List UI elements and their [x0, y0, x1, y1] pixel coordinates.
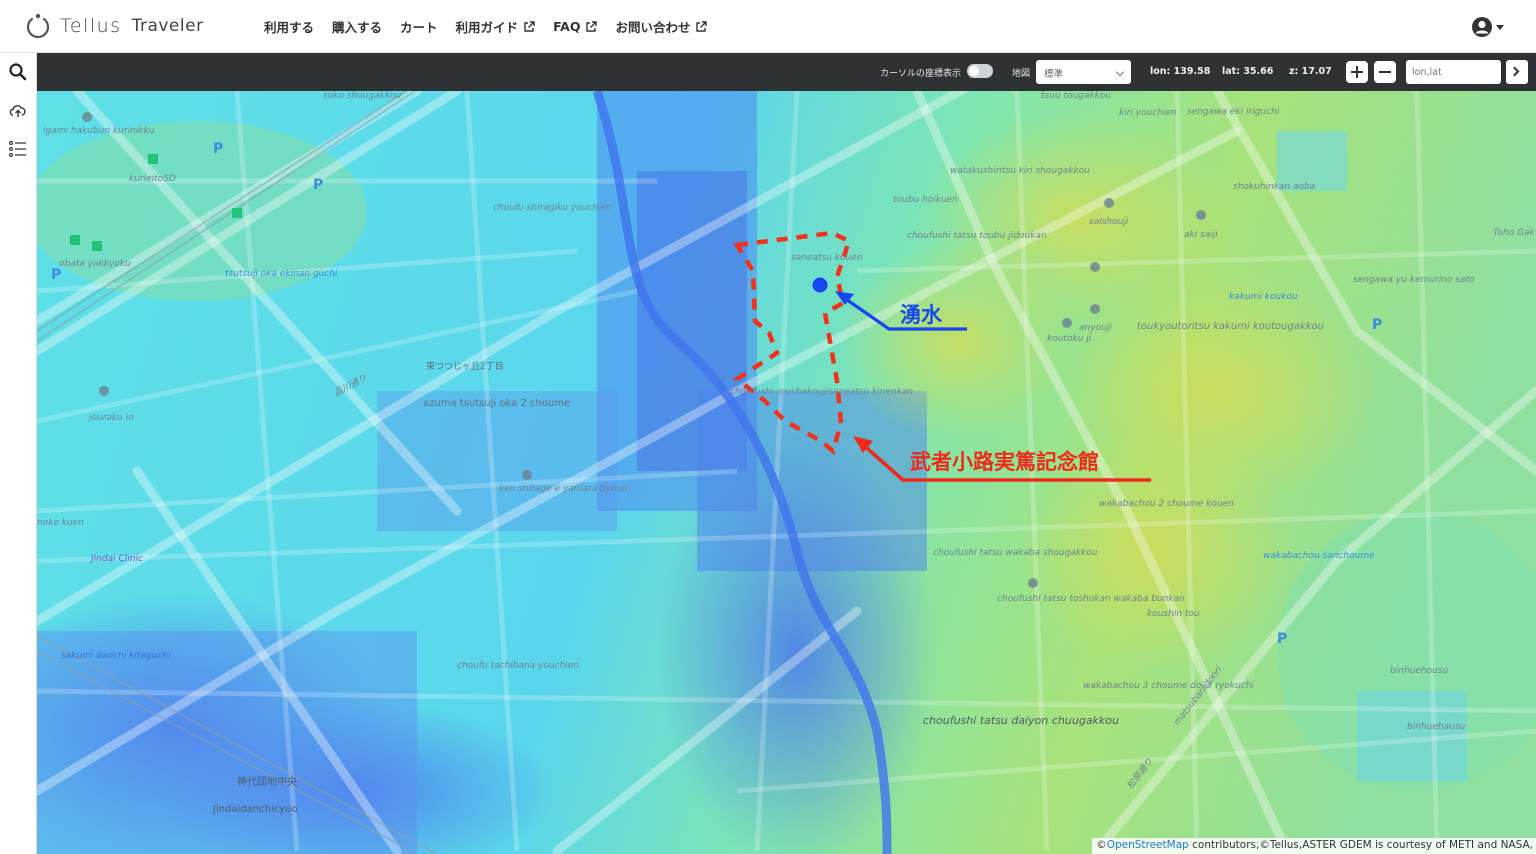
- map-toolbar: カーソルの座標表示 地図 標準 lon: 139.58 lat: 35.66 z…: [37, 53, 1536, 91]
- map-label: soko shougakkou: [323, 91, 402, 101]
- list-icon[interactable]: [8, 139, 28, 159]
- go-to-coordinate-button[interactable]: [1506, 60, 1528, 84]
- map-label: 東つつじヶ丘2丁目: [426, 362, 504, 372]
- map-label: kiri youchien: [1119, 108, 1177, 118]
- brand-name: Tellus: [60, 15, 122, 37]
- map-label: tsutsuji oka ekinan guchi: [225, 269, 338, 279]
- nav-use[interactable]: 利用する: [264, 17, 314, 36]
- map-label: tsuu tougakkou: [1041, 91, 1112, 101]
- attribution-prefix: ©: [1096, 839, 1107, 851]
- chevron-right-icon: [1509, 66, 1520, 77]
- map-label: watakushiritsu kiri shougakkou: [950, 166, 1090, 176]
- map-label: Toho Gak School of Mus: [1493, 228, 1536, 238]
- brand-product: Traveler: [131, 16, 204, 36]
- map-label: azuma tsutsuji oka 2 choume: [423, 398, 571, 409]
- map-label: 神代団地中央: [237, 777, 297, 788]
- svg-text:P: P: [1277, 631, 1287, 647]
- nav-use-label: 利用する: [264, 20, 315, 35]
- nav-contact-label: お問い合わせ: [615, 20, 691, 35]
- nav-faq[interactable]: FAQ: [553, 19, 598, 34]
- nav-cart-label: カート: [400, 20, 438, 35]
- svg-text:P: P: [213, 141, 223, 157]
- map-label: binhuehausu: [1407, 722, 1466, 732]
- lat-readout: lat: 35.66: [1222, 66, 1274, 77]
- map-type-value: 標準: [1044, 69, 1064, 80]
- brand[interactable]: Tellus Traveler: [24, 10, 204, 42]
- user-circle-icon: [1472, 17, 1492, 37]
- nav-cart[interactable]: カート: [400, 17, 438, 36]
- map-type-label: 地図: [1012, 69, 1031, 79]
- chevron-down-icon: [1496, 24, 1504, 30]
- map-label: wakabachou sanchoume: [1263, 551, 1375, 561]
- lon-readout: lon: 139.58: [1150, 66, 1211, 77]
- map-label: binhuehousu: [1390, 666, 1449, 676]
- map-label: jouraku in: [89, 413, 134, 423]
- nav-buy-label: 購入する: [332, 20, 383, 35]
- cursor-coord-label: カーソルの座標表示: [880, 69, 962, 79]
- nav-contact[interactable]: お問い合わせ: [615, 17, 708, 36]
- map-label: aki saiji: [1184, 230, 1218, 240]
- tellus-logo-icon: [26, 13, 50, 39]
- map-label: toubu hoikuen: [893, 195, 958, 205]
- map-label: choufu tachibana youchien: [457, 661, 580, 671]
- zoom-readout: z: 17.07: [1289, 66, 1332, 77]
- cursor-coord-toggle[interactable]: [967, 64, 993, 78]
- map-label: igami hakubun kurinikku: [43, 126, 155, 136]
- toggle-knob: [969, 66, 979, 76]
- svg-text:P: P: [1372, 317, 1382, 333]
- map-label: Jindai Clinic: [91, 554, 143, 564]
- map-label: choufu shiragiku youchien: [493, 203, 612, 213]
- osm-link[interactable]: OpenStreetMap: [1107, 839, 1189, 851]
- elevation-map: P P P P P: [37, 91, 1536, 854]
- map-label: toukyoutoritsu kakumi koutougakkou: [1137, 321, 1325, 332]
- external-link-icon: [586, 20, 598, 32]
- map-label: koutoku ji: [1047, 334, 1092, 344]
- attribution-text: contributors,©Tellus,ASTER GDEM is court…: [1188, 839, 1533, 851]
- map-label: kakumi koukou: [1229, 292, 1298, 302]
- memorial-annotation: 武者小路実篤記念館: [910, 450, 1099, 474]
- map-attribution: ©OpenStreetMap contributors,©Tellus,ASTE…: [1092, 838, 1536, 854]
- map-label: sengawa yu kemurino sato: [1353, 275, 1475, 285]
- map-label: sengawa eki iriguchi: [1187, 107, 1280, 117]
- nav-guide[interactable]: 利用ガイド: [456, 17, 536, 36]
- map-label: ken shirage e yamata byouin: [499, 484, 631, 494]
- map-view[interactable]: P P P P P soko shougakkou igami hakubun …: [37, 91, 1536, 854]
- nav-links: 利用する 購入する カート 利用ガイド FAQ お問い合わせ: [264, 0, 725, 53]
- map-label: choufushi tatsu daiyon chuugakkou: [923, 714, 1120, 727]
- map-label: wakabachou 3 choume doi 3 ryokuchi: [1083, 681, 1254, 691]
- external-link-icon: [524, 20, 535, 32]
- map-label: anyouji: [1079, 323, 1112, 333]
- map-label: shokuhinkan aoba: [1233, 182, 1316, 192]
- nav-faq-label: FAQ: [553, 19, 581, 34]
- map-label: koushin tou: [1147, 609, 1200, 619]
- svg-text:P: P: [313, 177, 323, 193]
- map-label: wakabachou 2 choume kouen: [1099, 499, 1234, 509]
- map-label: obata yakkyoku: [59, 259, 131, 269]
- map-label: Jindaidanchicyuo: [213, 804, 298, 815]
- map-label: kurieitoSD: [129, 174, 176, 184]
- spring-annotation: 湧水: [900, 303, 942, 327]
- left-sidebar: [0, 53, 37, 854]
- zoom-in-button[interactable]: [1346, 61, 1368, 83]
- map-label: choufushi tatsu toshokan wakaba bunkan: [997, 594, 1185, 604]
- map-label: choufushi mushakoujisaneatsu kinenkan: [730, 387, 914, 397]
- search-icon[interactable]: [8, 62, 28, 82]
- nav-buy[interactable]: 購入する: [332, 17, 382, 36]
- chevron-down-icon: [1115, 67, 1125, 77]
- map-label: choufushi tatsu wakaba shougakkou: [933, 548, 1098, 558]
- user-menu[interactable]: [1471, 16, 1504, 38]
- cloud-upload-icon[interactable]: [8, 100, 28, 120]
- top-navbar: Tellus Traveler 利用する 購入する カート 利用ガイド FAQ …: [0, 0, 1536, 53]
- nav-guide-label: 利用ガイド: [455, 20, 519, 35]
- map-type-select[interactable]: 標準: [1036, 60, 1131, 84]
- coordinate-input[interactable]: [1406, 60, 1501, 84]
- map-label: sakumi danchi kitaguchi: [61, 651, 171, 661]
- zoom-out-button[interactable]: [1374, 61, 1396, 83]
- map-label: neko kuen: [37, 518, 84, 528]
- external-link-icon: [696, 20, 708, 32]
- map-label: saneatsu kouen: [791, 253, 863, 263]
- map-label: saishouji: [1089, 217, 1129, 227]
- map-label: choufushi tatsu toubu jidoukan: [907, 231, 1047, 241]
